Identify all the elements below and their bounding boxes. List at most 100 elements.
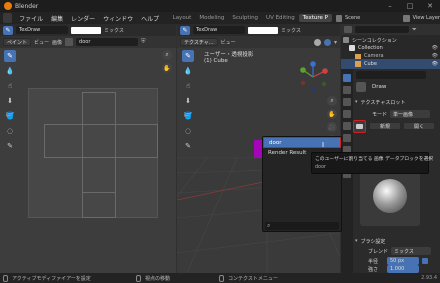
workspace-tab-uv-editing[interactable]: UV Editing: [262, 14, 299, 22]
draw-tool-icon[interactable]: ✎: [4, 50, 16, 62]
scene-tab-icon[interactable]: [343, 110, 351, 118]
brush-icon[interactable]: ✎: [3, 25, 13, 35]
image-mix-label[interactable]: ミックス: [104, 27, 124, 34]
new-image-button[interactable]: 新規: [369, 122, 401, 130]
viewport-mix-label[interactable]: ミックス: [281, 27, 301, 34]
viewport-header: テクスチャ... ビュー ▾: [177, 36, 340, 48]
menu-render[interactable]: レンダー: [67, 14, 99, 23]
viewport-object-name: (1) Cube: [204, 58, 228, 64]
blend-dropdown[interactable]: ミックス: [391, 247, 432, 255]
mouse-right-icon: [219, 274, 224, 282]
vp-draw-tool-icon[interactable]: ✎: [182, 50, 194, 62]
image-brush-name[interactable]: TexDraw: [16, 26, 68, 34]
brush-name-label: Draw: [372, 84, 387, 90]
close-button[interactable]: ✕: [420, 2, 440, 10]
vp-soften-tool-icon[interactable]: 💧: [182, 65, 194, 77]
shading-options-icon[interactable]: ▾: [334, 39, 337, 46]
status-bar: アクティブモディファイアーを設定 視点の移動 コンテクストメニュー 2.93.4: [0, 273, 440, 283]
outliner-filter-icon[interactable]: ⏷: [412, 26, 417, 34]
outliner-item-cube[interactable]: Cube 👁: [341, 59, 440, 69]
vp-pan-hand-icon[interactable]: ✋: [327, 109, 337, 119]
view-layer-icon: [403, 14, 410, 22]
image-nav-gizmos: ⌕ ✋: [162, 50, 172, 73]
texture-preview-sphere: [373, 179, 407, 213]
vp-mask-tool-icon[interactable]: ◌: [182, 125, 194, 137]
outliner-search-field[interactable]: [355, 26, 409, 33]
outliner-header: ⏷: [341, 24, 440, 35]
brush-settings-collapse-icon: ▾: [355, 238, 358, 244]
image-browser-search[interactable]: ⌕: [265, 222, 339, 230]
viewport-brush-icon[interactable]: ✎: [180, 25, 190, 35]
viewport-mode-dropdown[interactable]: テクスチャ...: [180, 38, 218, 46]
brush-settings-panel-header[interactable]: ▾ ブラシ設定: [355, 236, 439, 246]
texture-mode-dropdown[interactable]: 単一画像: [390, 110, 431, 118]
image-view-menu[interactable]: ビュー: [34, 39, 49, 46]
vp-smear-tool-icon[interactable]: ☝: [182, 80, 194, 92]
scene-selector[interactable]: Scene: [345, 15, 403, 21]
viewport-toolbar: ✎ 💧 ☝ ⬇ 🪣 ◌: [181, 50, 195, 137]
top-menu-bar: ファイル 編集 レンダー ウィンドウ ヘルプ Layout Modeling S…: [0, 12, 440, 24]
properties-search-field[interactable]: [356, 71, 426, 79]
render-tab-icon[interactable]: [343, 86, 351, 94]
camera-object-icon: [355, 53, 361, 59]
tooltip: このユーザーに割り当てる 画像 データブロックを選択 door: [311, 152, 434, 174]
image-list-item-door[interactable]: door: [263, 137, 341, 148]
object-tab-icon[interactable]: [343, 134, 351, 142]
navigation-gizmo[interactable]: [296, 60, 330, 94]
strength-field[interactable]: 1.000: [387, 265, 419, 273]
annotate-tool-icon[interactable]: ✎: [4, 140, 16, 152]
image-browse-button[interactable]: [353, 120, 366, 133]
minimize-button[interactable]: –: [380, 2, 400, 10]
menu-file[interactable]: ファイル: [15, 14, 47, 23]
viewport-brush-name[interactable]: TexDraw: [193, 26, 245, 34]
brush-preview-thumb[interactable]: [356, 82, 366, 92]
vp-zoom-icon[interactable]: ⌕: [327, 96, 337, 106]
smear-tool-icon[interactable]: ☝: [4, 80, 16, 92]
image-name-field[interactable]: door: [76, 38, 139, 46]
fill-tool-icon[interactable]: 🪣: [4, 110, 16, 122]
version-label: 2.93.4: [421, 275, 437, 281]
fake-user-icon[interactable]: ⛨: [141, 38, 146, 46]
workspace-tab-layout[interactable]: Layout: [169, 14, 196, 22]
image-browser-popup: door Render Result: [262, 136, 342, 232]
outliner-type-icon[interactable]: [344, 26, 352, 33]
viewport-view-title: ユーザー・透視投影: [204, 52, 254, 58]
menu-window[interactable]: ウィンドウ: [99, 14, 137, 23]
soften-tool-icon[interactable]: 💧: [4, 65, 16, 77]
image-browse-icon[interactable]: [65, 38, 74, 46]
workspace-tab-sculpting[interactable]: Sculpting: [228, 14, 262, 22]
shading-material-icon[interactable]: [323, 38, 331, 46]
world-tab-icon[interactable]: [343, 122, 351, 130]
paint-mode-dropdown[interactable]: ペイント: [3, 38, 32, 46]
mask-tool-icon[interactable]: ◌: [4, 125, 16, 137]
vp-fill-tool-icon[interactable]: 🪣: [182, 110, 194, 122]
viewport-color-swatch[interactable]: [248, 26, 278, 34]
brush-color-swatch[interactable]: [71, 26, 101, 34]
pan-hand-icon[interactable]: ✋: [162, 63, 172, 73]
blender-menu-icon[interactable]: [3, 13, 13, 23]
view-layer-selector[interactable]: View Layer: [413, 15, 440, 21]
menu-help[interactable]: ヘルプ: [137, 14, 163, 23]
zoom-icon[interactable]: ⌕: [162, 50, 172, 60]
tool-tab-icon[interactable]: [343, 74, 351, 82]
texture-slots-panel-header[interactable]: ▾ テクスチャスロット: [355, 97, 439, 107]
window-title: Blender: [15, 2, 39, 10]
vp-annotate-tool-icon[interactable]: ✎: [182, 140, 194, 152]
viewport-view-menu[interactable]: ビュー: [221, 39, 236, 46]
menu-edit[interactable]: 編集: [47, 14, 67, 23]
open-image-button[interactable]: 開く: [403, 122, 435, 130]
output-tab-icon[interactable]: [343, 98, 351, 106]
shading-solid-icon[interactable]: [313, 38, 321, 46]
maximize-button[interactable]: □: [400, 2, 420, 10]
blend-row: ブレンド ミックス: [368, 246, 438, 256]
camera-view-icon[interactable]: 🎥: [327, 122, 337, 132]
image-image-menu[interactable]: 画像: [52, 39, 62, 46]
workspace-tab-modeling[interactable]: Modeling: [195, 14, 228, 22]
vp-clone-tool-icon[interactable]: ⬇: [182, 95, 194, 107]
cube-visibility-icon[interactable]: 👁: [432, 61, 438, 67]
workspace-tab-texture-paint[interactable]: Texture P: [298, 14, 332, 22]
tooltip-description: このユーザーに割り当てる 画像 データブロックを選択: [315, 157, 434, 162]
clone-tool-icon[interactable]: ⬇: [4, 95, 16, 107]
image-toolbar: ✎ 💧 ☝ ⬇ 🪣 ◌: [3, 50, 17, 137]
title-bar: Blender – □ ✕: [0, 0, 440, 12]
